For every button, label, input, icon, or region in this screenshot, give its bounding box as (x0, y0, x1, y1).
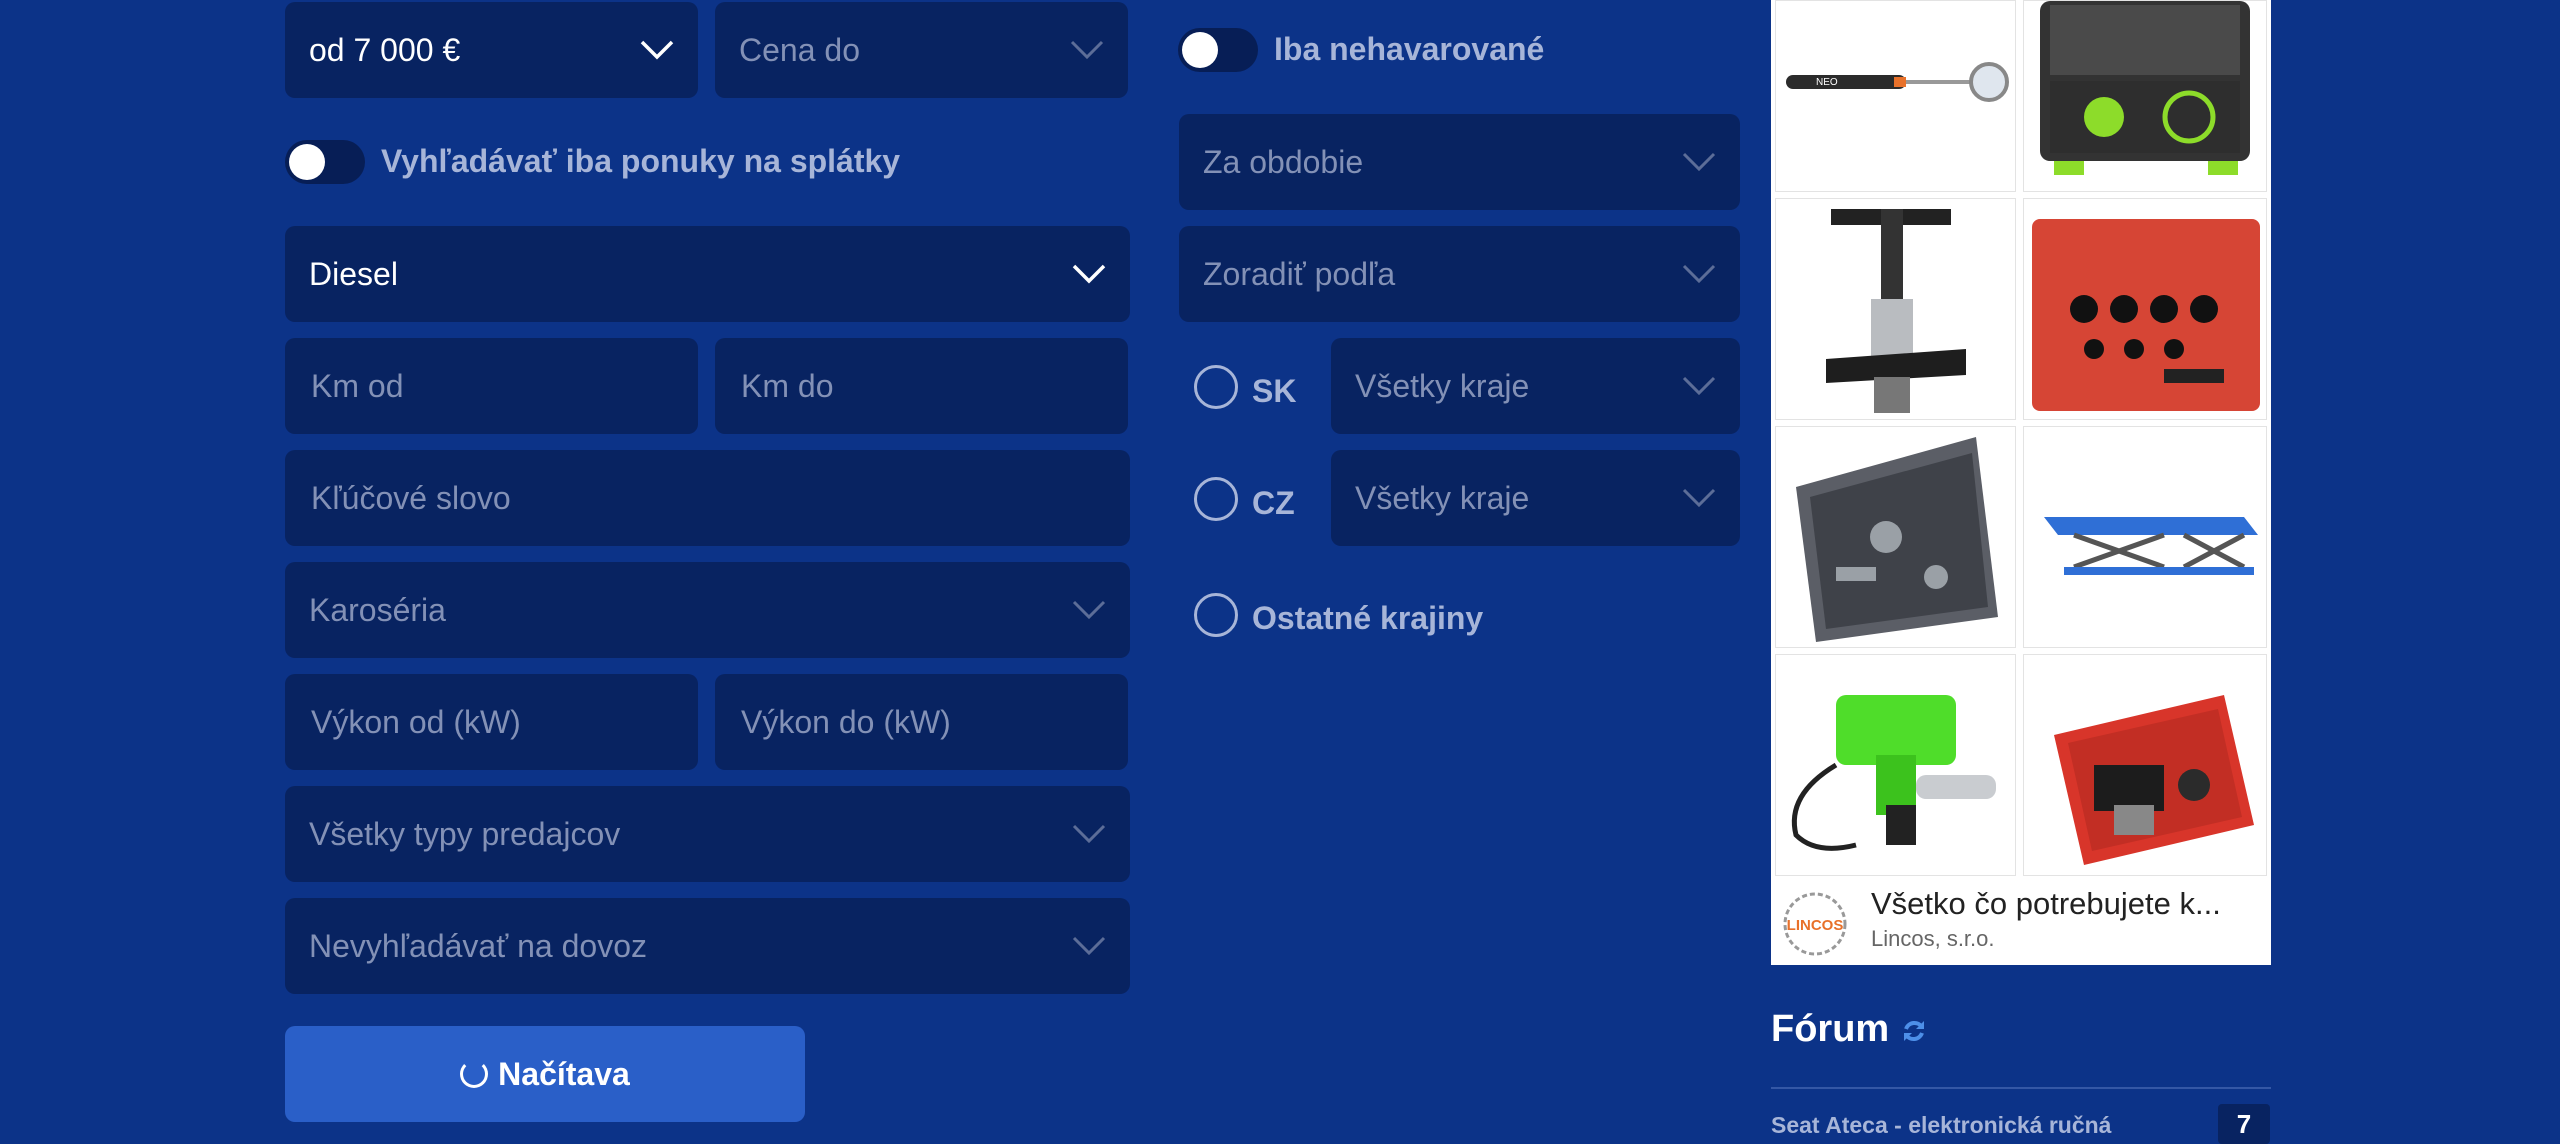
tool-case-icon (2040, 1, 2250, 175)
price-to-select[interactable]: Cena do (715, 2, 1128, 98)
country-cz-label: CZ (1252, 485, 1295, 521)
toggle-knob (1182, 32, 1218, 68)
fuel-value: Diesel (309, 255, 398, 292)
keyword-field[interactable] (285, 450, 1130, 546)
country-other-label: Ostatné krajiny (1252, 600, 1484, 636)
country-other-radio[interactable] (1194, 593, 1238, 637)
sk-regions-select[interactable]: Všetky kraje (1331, 338, 1740, 434)
undamaged-toggle[interactable] (1178, 28, 1258, 72)
price-from-select[interactable]: od 7 000 € (285, 2, 698, 98)
km-from-field[interactable] (285, 338, 733, 434)
tool-case-icon (1796, 437, 1998, 642)
import-value: Nevyhľadávať na dovoz (309, 927, 647, 964)
advertisement-panel[interactable]: NEO LINCOS Všetko čo potrebujete k... Li… (1771, 0, 2271, 965)
power-from-input[interactable] (309, 702, 733, 742)
chevron-down-icon (1072, 600, 1106, 620)
chevron-down-icon (1070, 40, 1104, 60)
forum-heading: Fórum (1771, 1008, 1890, 1050)
body-select[interactable]: Karoséria (285, 562, 1130, 658)
search-submit-button[interactable]: Načítava (285, 1026, 805, 1122)
cz-regions-select[interactable]: Všetky kraje (1331, 450, 1740, 546)
inspection-mirror-icon: NEO (1786, 62, 2009, 102)
ad-product-tile[interactable] (2023, 654, 2267, 876)
sort-value: Zoradiť podľa (1203, 255, 1396, 292)
import-select[interactable]: Nevyhľadávať na dovoz (285, 898, 1130, 994)
ad-product-tile[interactable] (2023, 0, 2267, 192)
ad-product-tile[interactable] (1775, 654, 2016, 876)
seller-type-value: Všetky typy predajcov (309, 815, 621, 852)
chevron-down-icon (1072, 824, 1106, 844)
body-placeholder: Karoséria (309, 591, 446, 628)
toggle-knob (289, 144, 325, 180)
ad-product-tile[interactable] (2023, 198, 2267, 420)
country-sk-label: SK (1252, 373, 1297, 409)
chevron-down-icon (1682, 264, 1716, 284)
price-to-placeholder: Cena do (739, 31, 860, 68)
cz-regions-value: Všetky kraje (1355, 479, 1530, 516)
press-case-icon (2054, 695, 2254, 865)
km-from-input[interactable] (309, 366, 733, 406)
forum-divider (1771, 1087, 2271, 1089)
installments-toggle[interactable] (285, 140, 365, 184)
sk-regions-value: Všetky kraje (1355, 367, 1530, 404)
forum-thread-count-badge: 7 (2218, 1104, 2270, 1144)
ad-product-tile[interactable] (2023, 426, 2267, 648)
km-to-field[interactable] (715, 338, 1163, 434)
chevron-down-icon (1682, 488, 1716, 508)
chevron-down-icon (1072, 264, 1106, 284)
power-from-field[interactable] (285, 674, 733, 770)
undamaged-label: Iba nehavarované (1274, 31, 1545, 67)
ad-product-tile[interactable] (1775, 198, 2016, 420)
socket-case-icon (2032, 219, 2260, 411)
ad-advertiser: Lincos, s.r.o. (1871, 926, 1995, 951)
chevron-down-icon (1682, 376, 1716, 396)
country-cz-radio[interactable] (1194, 477, 1238, 521)
ad-footer[interactable]: LINCOS Všetko čo potrebujete k... Lincos… (1771, 880, 2271, 965)
sort-select[interactable]: Zoradiť podľa (1179, 226, 1740, 322)
fuel-select[interactable]: Diesel (285, 226, 1130, 322)
chevron-down-icon (640, 40, 674, 60)
price-from-value: od 7 000 € (309, 31, 461, 68)
chevron-down-icon (1072, 936, 1106, 956)
advertiser-logo: LINCOS (1783, 892, 1847, 956)
power-to-field[interactable] (715, 674, 1163, 770)
period-select[interactable]: Za obdobie (1179, 114, 1740, 210)
installments-label: Vyhľadávať iba ponuky na splátky (381, 143, 901, 179)
power-to-input[interactable] (739, 702, 1163, 742)
period-value: Za obdobie (1203, 143, 1364, 180)
grease-gun-icon (1791, 695, 1996, 851)
loading-spinner-icon (460, 1060, 489, 1088)
forum-thread-link[interactable]: Seat Ateca - elektronická ručná (1771, 1112, 2111, 1139)
seller-type-select[interactable]: Všetky typy predajcov (285, 786, 1130, 882)
logo-text: LINCOS (1787, 917, 1844, 934)
submit-label: Načítava (498, 1055, 630, 1092)
chevron-down-icon (1682, 152, 1716, 172)
ad-product-tile[interactable]: NEO (1775, 0, 2016, 192)
brake-tool-icon (1826, 209, 1966, 413)
keyword-input[interactable] (309, 478, 1106, 518)
refresh-icon[interactable] (1900, 1017, 1928, 1045)
km-to-input[interactable] (739, 366, 1163, 406)
country-sk-radio[interactable] (1194, 365, 1238, 409)
svg-text:NEO: NEO (1816, 77, 1838, 88)
car-lift-icon (2044, 517, 2258, 575)
ad-product-tile[interactable] (1775, 426, 2016, 648)
ad-title[interactable]: Všetko čo potrebujete k... (1871, 886, 2261, 922)
